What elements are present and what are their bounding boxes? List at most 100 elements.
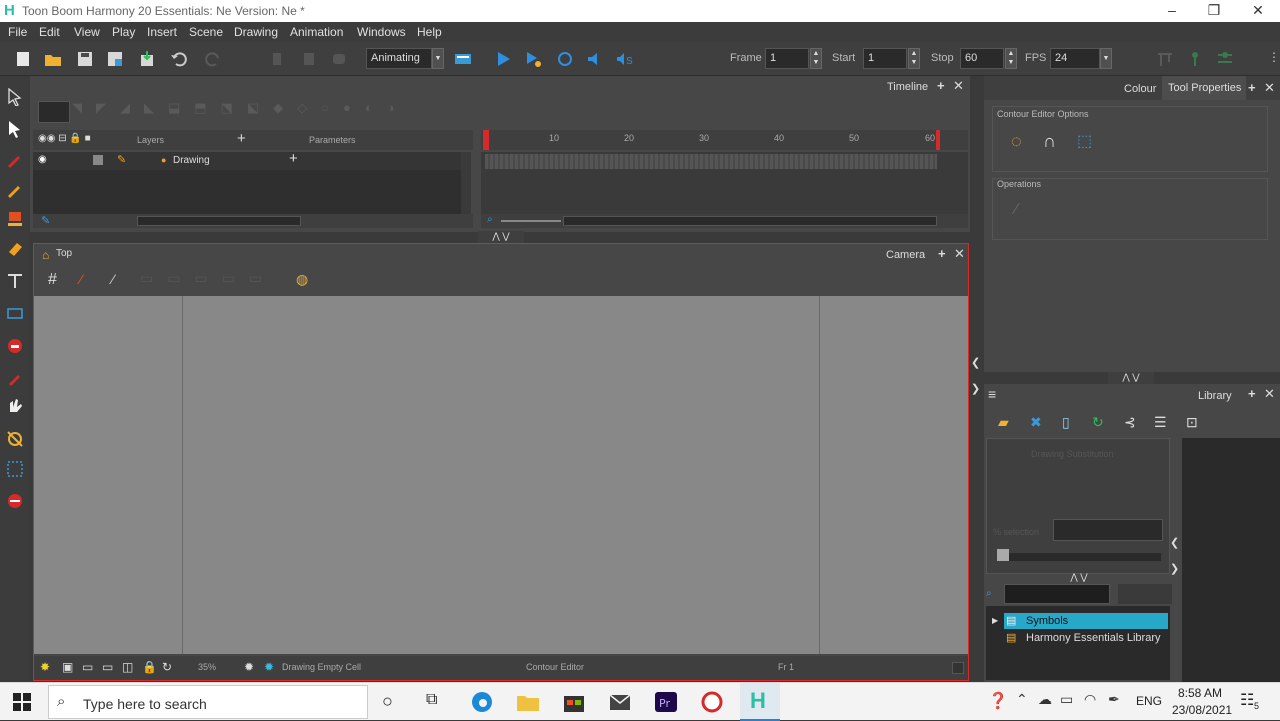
chevron-down-icon[interactable]: ▼ [432, 48, 444, 69]
menu-scene[interactable]: Scene [189, 25, 223, 39]
add-parameter-icon[interactable]: + [289, 150, 298, 167]
layer-list-scrollbar[interactable] [461, 152, 471, 214]
help-icon[interactable]: ❓ [988, 691, 1008, 711]
menu-drawing[interactable]: Drawing [234, 25, 278, 39]
brush-icon[interactable]: ⁄ [80, 271, 82, 287]
grid-icon[interactable]: # [48, 271, 57, 289]
mode-select[interactable]: Animating [366, 48, 432, 69]
wifi-icon[interactable]: ◠ [1084, 691, 1096, 708]
preview-slider[interactable] [997, 553, 1161, 561]
timeline-zoom-field[interactable] [38, 101, 70, 123]
safe-area-icon[interactable]: ◫ [122, 660, 133, 674]
exposure-cells[interactable] [485, 154, 937, 169]
clock-time[interactable]: 8:58 AM [1178, 686, 1222, 700]
tab-tool-properties[interactable]: Tool Properties [1168, 82, 1241, 94]
tab-colour[interactable]: Colour [1124, 83, 1156, 95]
library-search-input[interactable] [1004, 584, 1110, 604]
save-icon[interactable] [76, 50, 94, 68]
menu-edit[interactable]: Edit [39, 25, 60, 39]
cutter-tool-icon[interactable] [6, 460, 24, 478]
selection-field[interactable] [1053, 519, 1163, 541]
hand-tool-icon[interactable] [6, 396, 24, 414]
paint-bucket-tool-icon[interactable] [6, 336, 24, 354]
text-tool-icon[interactable] [6, 272, 24, 290]
list-view-icon[interactable]: ☰ [1154, 414, 1167, 431]
add-view-icon[interactable]: + [1248, 386, 1256, 401]
timeline-zoom-slider[interactable] [501, 220, 561, 222]
stop-field[interactable]: 60 [960, 48, 1004, 69]
library-thumbnails[interactable] [1182, 438, 1280, 682]
menu-icon[interactable]: ≡ [988, 386, 996, 402]
save-as-icon[interactable] [106, 50, 124, 68]
layer-horizontal-scrollbar[interactable] [137, 216, 301, 226]
fps-field[interactable]: 24 [1050, 48, 1100, 69]
timeline-tab[interactable]: Timeline [887, 81, 928, 93]
close-view-icon[interactable]: ✕ [953, 78, 964, 94]
notifications-icon[interactable]: ☷ [1240, 690, 1254, 710]
onedrive-icon[interactable]: ☁ [1038, 691, 1052, 708]
layer-color-swatch[interactable] [93, 155, 103, 165]
play-icon[interactable] [494, 50, 512, 68]
chevron-down-icon[interactable]: ▼ [1100, 48, 1112, 69]
close-view-icon[interactable]: ✕ [1264, 386, 1275, 402]
camera-canvas[interactable] [34, 296, 968, 654]
panel-collapse-handle[interactable]: ⋀ ⋁ [1108, 372, 1154, 384]
task-view-icon[interactable]: ⧉ [426, 691, 437, 709]
new-scene-icon[interactable] [14, 50, 32, 68]
frame-horizontal-scrollbar[interactable] [563, 216, 937, 226]
frame-stepper[interactable]: ▲ ▼ [810, 48, 822, 69]
file-explorer-icon[interactable] [516, 691, 540, 713]
layout-icon[interactable]: ⊡ [1186, 414, 1198, 431]
harmony-taskbar-button[interactable]: H [740, 683, 780, 721]
zoom-icon[interactable]: ⌕ [487, 214, 493, 225]
menu-windows[interactable]: Windows [357, 25, 406, 39]
menu-insert[interactable]: Insert [147, 25, 177, 39]
add-view-icon[interactable]: + [938, 246, 946, 261]
library-search-options[interactable] [1118, 584, 1172, 604]
camera-tab[interactable]: Camera [886, 249, 925, 261]
mode-toggle-icon[interactable] [454, 50, 472, 68]
layer-row[interactable]: ◉ ✎ ● Drawing + [33, 150, 461, 170]
brush-tool-icon[interactable] [6, 150, 24, 168]
close-button[interactable]: ✕ [1236, 0, 1280, 22]
playhead[interactable] [483, 130, 489, 150]
chevron-left-icon[interactable]: ❮ [1170, 536, 1179, 549]
render-icon[interactable]: ▭ [82, 660, 93, 674]
onion-skin-tool-icon[interactable] [6, 490, 24, 508]
transform-tool-icon[interactable] [6, 430, 24, 448]
battery-icon[interactable]: ▭ [1060, 691, 1073, 708]
chevron-up-icon[interactable]: ⌃ [1016, 691, 1028, 708]
stop-stepper[interactable]: ▲ ▼ [1005, 48, 1017, 69]
select-tool-icon[interactable] [6, 88, 24, 106]
paint-tool-icon[interactable] [6, 210, 24, 228]
frame-field[interactable]: 1 [765, 48, 809, 69]
preview-slider-thumb[interactable] [997, 549, 1009, 561]
lock-icon[interactable]: 🔒 [142, 660, 157, 674]
open-library-icon[interactable]: ▰ [998, 414, 1009, 431]
microsoft-store-icon[interactable] [562, 691, 586, 713]
close-view-icon[interactable]: ✕ [954, 246, 965, 262]
stop-marker[interactable] [936, 130, 940, 150]
lasso-icon[interactable]: ◌ [1011, 131, 1022, 152]
add-layer-icon[interactable]: + [237, 130, 246, 147]
pencil-tool-icon[interactable] [6, 180, 24, 198]
curve-icon[interactable]: ✎ [41, 214, 50, 227]
resize-handle[interactable] [952, 662, 964, 674]
menu-animation[interactable]: Animation [290, 25, 343, 39]
sound-scrubbing-icon[interactable]: S [616, 50, 634, 68]
reset-rotation-icon[interactable]: ↻ [162, 660, 172, 674]
home-icon[interactable]: ⌂ [42, 248, 49, 262]
delete-icon[interactable]: ✖ [1030, 414, 1042, 431]
marquee-icon[interactable]: ⬚ [1077, 131, 1092, 151]
visibility-icons[interactable]: ◉◉ ⊟ 🔒 ■ [38, 133, 91, 144]
add-view-icon[interactable]: + [1248, 80, 1256, 95]
maximize-button[interactable]: ❐ [1192, 0, 1236, 22]
merge-icon[interactable]: ⊰ [1124, 414, 1136, 431]
taskbar-search-box[interactable]: ⌕ Type here to search [48, 685, 368, 719]
camera-breadcrumb[interactable]: Top [56, 248, 72, 259]
tree-item-harmony-library[interactable]: ▤ Harmony Essentials Library [1004, 630, 1168, 646]
rectangle-tool-icon[interactable] [6, 304, 24, 322]
menu-play[interactable]: Play [112, 25, 135, 39]
import-icon[interactable] [138, 50, 156, 68]
toon-boom-icon[interactable] [700, 691, 724, 713]
